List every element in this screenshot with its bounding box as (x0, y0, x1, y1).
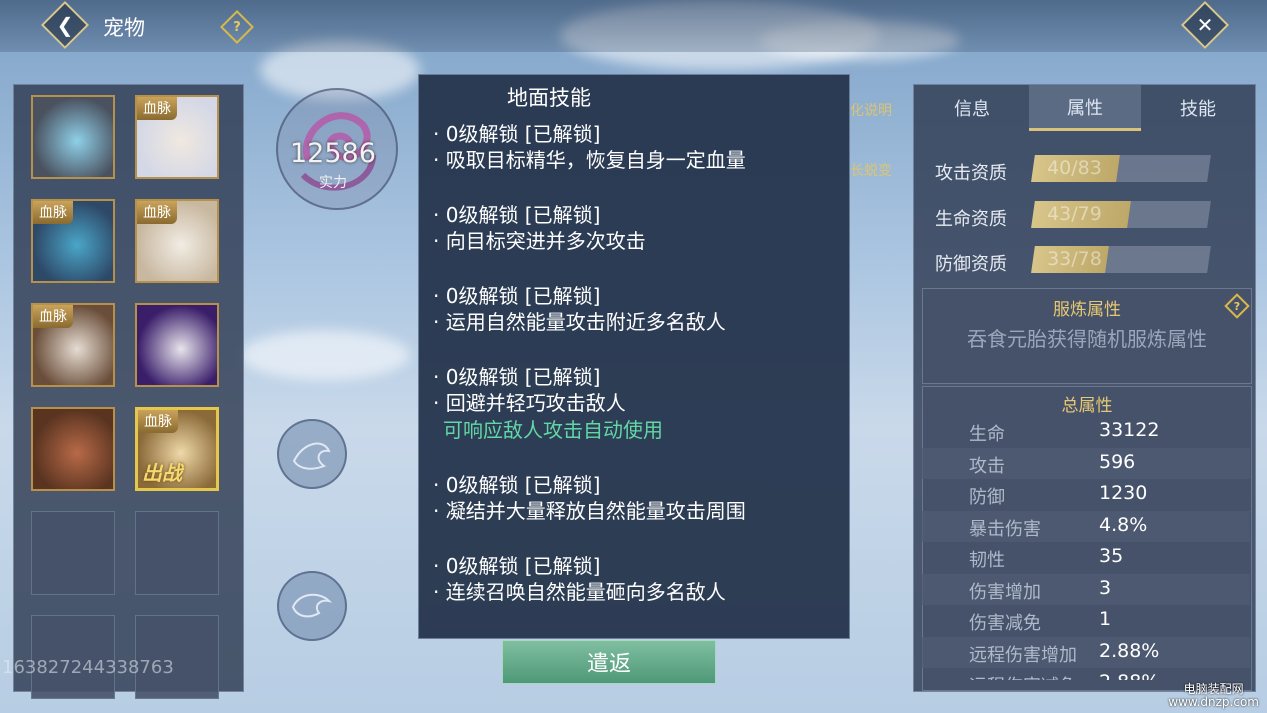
top-bar (0, 0, 1267, 52)
pet-slot[interactable] (135, 303, 219, 387)
aptitude-bar: 43/79 (1031, 201, 1211, 228)
stat-name: 攻击 (969, 455, 1005, 477)
watermark: 电脑装配网 www.dnzp.com (1168, 683, 1259, 709)
pet-portrait (33, 97, 113, 177)
refine-title: 服炼属性 (1053, 300, 1121, 320)
skill-desc: · 运用自然能量攻击附近多名敌人 (433, 310, 726, 334)
power-label: 实力 (319, 175, 347, 191)
watermark-line: www.dnzp.com (1168, 695, 1259, 709)
skill-desc: · 吸取目标精华，恢复自身一定血量 (433, 148, 746, 172)
tab-info[interactable]: 信息 (916, 85, 1028, 131)
skill-desc: · 向目标突进并多次攻击 (433, 229, 646, 253)
skill-desc: · 回避并轻巧攻击敌人 (433, 391, 626, 415)
page-title: 宠物 (103, 16, 145, 40)
stat-name: 生命 (969, 424, 1005, 445)
power-value: 12586 (290, 138, 376, 169)
aptitude-label: 攻击资质 (935, 163, 1007, 184)
evolution-info-link[interactable]: 化说明 (850, 100, 892, 120)
aptitude-label: 防御资质 (935, 254, 1007, 275)
stat-value: 596 (1099, 450, 1136, 473)
skill-unlock: · 0级解锁 [已解锁] (433, 284, 601, 308)
cloud (240, 330, 410, 380)
empty-pet-slot[interactable] (135, 511, 219, 595)
phoenix-icon (292, 442, 331, 470)
stat-value: 4.8% (1099, 513, 1148, 536)
pet-slot[interactable]: 血脉 (31, 199, 115, 283)
aptitude-bar: 40/83 (1031, 155, 1211, 182)
aptitude-label: 生命资质 (935, 209, 1007, 230)
question-icon: ? (1233, 299, 1241, 313)
skill-unlock: · 0级解锁 [已解锁] (433, 365, 601, 389)
aptitude-value: 43/79 (1047, 203, 1102, 225)
stat-row: 韧性 35 (922, 542, 1250, 573)
refine-text: 吞食元胎获得随机服炼属性 (967, 327, 1207, 351)
skill-note: 可响应敌人攻击自动使用 (443, 418, 663, 442)
stat-value: 2.88% (1099, 671, 1159, 680)
skill-desc: · 连续召唤自然能量砸向多名敌人 (433, 580, 726, 604)
total-attributes-title: 总属性 (1061, 396, 1113, 416)
pet-slot[interactable]: 血脉 (135, 95, 219, 179)
stat-name: 韧性 (969, 550, 1005, 571)
stat-row: 防御 1230 (922, 479, 1250, 510)
pet-slot[interactable] (31, 95, 115, 179)
tab-skills[interactable]: 技能 (1142, 85, 1254, 131)
chevron-left-icon: ❮ (56, 13, 74, 37)
stat-value: 2.88% (1099, 639, 1160, 662)
stat-name: 远程伤害减免 (969, 672, 1077, 680)
stat-value: 1230 (1099, 482, 1148, 504)
pet-portrait (137, 305, 217, 385)
player-id: 163827244338763 (2, 657, 174, 678)
stat-row: 暴击伤害 4.8% (922, 510, 1250, 542)
pet-slot[interactable]: 血脉出战 (135, 407, 219, 491)
pet-slot[interactable] (31, 407, 115, 491)
skill-tooltip: 地面技能 · 0级解锁 [已解锁] · 吸取目标精华，恢复自身一定血量 · 0级… (418, 74, 850, 639)
stat-value: 33122 (1099, 419, 1160, 441)
pet-slot[interactable]: 血脉 (31, 303, 115, 387)
stat-name: 暴击伤害 (969, 518, 1041, 540)
bloodline-tag: 血脉 (137, 97, 177, 120)
stat-name: 伤害减免 (969, 613, 1041, 634)
aptitude-value: 33/78 (1047, 248, 1102, 270)
bloodline-tag: 血脉 (33, 305, 73, 328)
stat-value: 3 (1099, 576, 1112, 599)
aptitude-bar: 33/78 (1031, 246, 1211, 273)
wave-icon (291, 593, 333, 618)
tooltip-title: 地面技能 (507, 86, 591, 110)
refine-box: 服炼属性 ? 吞食元胎获得随机服炼属性 (922, 288, 1252, 384)
skill-unlock: · 0级解锁 [已解锁] (433, 122, 601, 146)
stat-row: 远程伤害增加 2.88% (922, 636, 1250, 668)
skill-orb-wave[interactable] (277, 571, 347, 641)
stat-value: 1 (1099, 608, 1112, 630)
stat-value: 35 (1099, 545, 1124, 567)
stat-row: 生命 33122 (922, 416, 1250, 447)
deployed-badge: 出战 (142, 461, 182, 485)
close-icon: ✕ (1196, 13, 1214, 37)
tab-attributes[interactable]: 属性 (1029, 85, 1141, 131)
aptitude-value: 40/83 (1047, 157, 1102, 179)
stat-name: 伤害增加 (969, 581, 1041, 603)
bloodline-tag: 血脉 (138, 410, 178, 433)
skill-unlock: · 0级解锁 [已解锁] (433, 473, 601, 497)
bloodline-tag: 血脉 (137, 201, 177, 224)
empty-pet-slot[interactable] (31, 511, 115, 595)
stat-row: 伤害减免 1 (922, 605, 1250, 636)
skill-unlock: · 0级解锁 [已解锁] (433, 554, 601, 578)
stat-row: 伤害增加 3 (922, 573, 1250, 605)
bloodline-tag: 血脉 (33, 201, 73, 224)
skill-orb-phoenix[interactable] (277, 419, 347, 489)
attribute-panel: 信息 属性 技能 攻击资质 40/83 生命资质 43/79 防御资质 33/7… (913, 84, 1256, 692)
growth-link[interactable]: 长蜕变 (850, 160, 892, 180)
stat-name: 远程伤害增加 (969, 644, 1077, 666)
pet-slot[interactable]: 血脉 (135, 199, 219, 283)
question-icon: ? (233, 19, 241, 35)
dismiss-button[interactable]: 遣返 (502, 640, 716, 684)
skill-unlock: · 0级解锁 [已解锁] (433, 203, 601, 227)
skill-desc: · 凝结并大量释放自然能量攻击周围 (433, 499, 746, 523)
stat-row: 攻击 596 (922, 447, 1250, 479)
pet-portrait (33, 409, 113, 489)
stat-row: 远程伤害减免 2.88% (922, 668, 1250, 680)
stat-name: 防御 (969, 487, 1005, 508)
